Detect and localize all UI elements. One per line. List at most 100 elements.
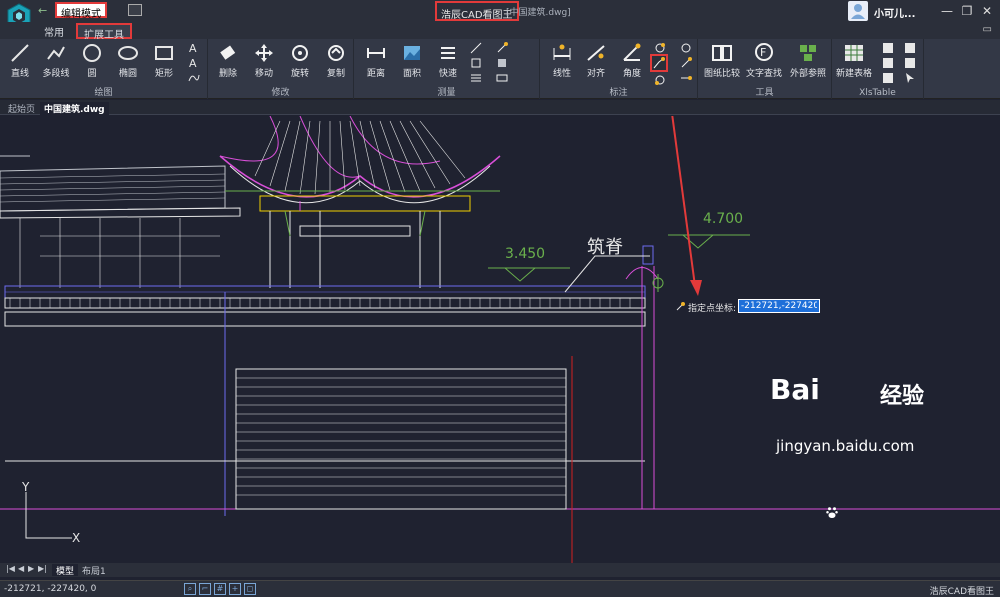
compare-drawings-icon (712, 45, 732, 61)
watermark-brand-cn: 经验 (880, 384, 925, 409)
ribbon-tabs: 常用 扩展工具 ▭ (0, 22, 1000, 41)
eraser-icon (220, 45, 236, 60)
count-icon[interactable] (496, 72, 508, 84)
rotate-label: 旋转 (290, 69, 309, 79)
status-app-name: 浩辰CAD看图王 (929, 587, 994, 597)
rectangle-icon (155, 46, 173, 60)
elevation-label-2: 4.700 (703, 211, 744, 227)
osnap-icon[interactable]: ◻ (244, 583, 256, 595)
distance-button[interactable]: 距离 (356, 42, 396, 79)
user-icon (851, 4, 865, 19)
tab-common[interactable]: 常用 (38, 23, 70, 39)
radius-dimension-icon[interactable] (654, 42, 666, 54)
ridge-label: 筑脊 (587, 237, 623, 258)
area-button[interactable]: 面积 (392, 42, 432, 79)
compare-drawings-label: 图纸比较 (703, 69, 740, 79)
quick-measure-button[interactable]: 快速 (428, 42, 468, 79)
tab-layout1[interactable]: 布局1 (78, 564, 110, 577)
last-tab-icon[interactable]: ▶| (38, 564, 47, 573)
move-label: 移动 (254, 69, 273, 79)
first-tab-icon[interactable]: |◀ (6, 564, 15, 573)
angle-measure-icon[interactable] (496, 42, 508, 54)
group-draw: 直线 多段线 圆 椭圆 矩形 A A 绘图 (0, 39, 208, 99)
find-text-button[interactable]: F 文字查找 (744, 42, 784, 79)
svg-text:F: F (760, 46, 766, 59)
next-tab-icon[interactable]: ▶ (28, 564, 34, 573)
new-table-button[interactable]: 新建表格 (834, 42, 874, 79)
external-reference-label: 外部参照 (789, 69, 826, 79)
circle-label: 圆 (87, 69, 97, 79)
minimize-button[interactable]: — (938, 3, 956, 19)
table-import-icon[interactable] (882, 42, 894, 54)
ucs-y-label: Y (22, 480, 30, 494)
ellipse-icon (118, 46, 138, 60)
angle-dimension-button[interactable]: 角度 (612, 42, 652, 79)
ortho-icon[interactable]: + (229, 583, 241, 595)
watermark-site: jingyan.baidu.com (776, 437, 915, 455)
snap-icon[interactable]: ⌐ (199, 583, 211, 595)
compare-drawings-button[interactable]: 图纸比较 (702, 42, 742, 79)
external-reference-button[interactable]: 外部参照 (788, 42, 828, 79)
app-window: ← 编辑模式 浩辰CAD看图王 [中国建筑.dwg] 小可儿... — ❐ ✕ … (0, 0, 1000, 597)
find-text-label: 文字查找 (745, 69, 782, 79)
mode-selector[interactable]: 编辑模式 (55, 2, 107, 20)
circle-button[interactable]: 圆 (72, 42, 112, 79)
document-tabs: 起始页 中国建筑.dwg (0, 100, 1000, 115)
user-name[interactable]: 小可儿... (874, 5, 915, 20)
prev-tab-icon[interactable]: ◀ (18, 564, 24, 573)
table-select-icon[interactable] (904, 72, 916, 84)
title-bar: ← 编辑模式 浩辰CAD看图王 [中国建筑.dwg] 小可儿... — ❐ ✕ (0, 0, 1000, 31)
move-button[interactable]: 移动 (244, 42, 284, 79)
ucs-x-label: X (72, 531, 81, 545)
table-edit-icon[interactable] (882, 72, 894, 84)
radius-icon[interactable] (496, 57, 508, 69)
mode-dropdown-button[interactable] (128, 4, 142, 16)
zoom-icon[interactable]: ⌕ (184, 583, 196, 595)
rolling-door (235, 368, 567, 510)
drawing-canvas[interactable]: 3.450 4.700 筑脊 Y X 指定点坐标: Bai 经验 jingyan… (0, 116, 1000, 563)
coordinate-icon[interactable] (470, 57, 482, 69)
tab-drawing[interactable]: 中国建筑.dwg (40, 102, 109, 115)
back-arrow-icon[interactable]: ← (38, 4, 47, 17)
ellipse-label: 椭圆 (118, 69, 137, 79)
rectangle-button[interactable]: 矩形 (144, 42, 184, 79)
ellipse-button[interactable]: 椭圆 (108, 42, 148, 79)
close-button[interactable]: ✕ (978, 3, 996, 19)
table-icon (845, 45, 863, 61)
group-measure-label: 测量 (437, 88, 456, 98)
line-button[interactable]: 直线 (0, 42, 40, 79)
aligned-dimension-button[interactable]: 对齐 (576, 42, 616, 79)
move-icon (255, 44, 273, 62)
arc-length-icon[interactable] (470, 42, 482, 54)
maximize-button[interactable]: ❐ (958, 3, 976, 19)
ribbon-collapse-icon[interactable]: ▭ (983, 24, 992, 35)
table-export-icon[interactable] (882, 57, 894, 69)
diameter-dimension-icon[interactable] (680, 42, 692, 54)
pavilion (219, 116, 501, 288)
delete-button[interactable]: 删除 (208, 42, 248, 79)
tab-model[interactable]: 模型 (52, 564, 79, 577)
group-measure: 距离 面积 快速 测量 (354, 39, 540, 99)
grid-icon[interactable]: # (214, 583, 226, 595)
coordinate-input[interactable] (738, 299, 820, 313)
leader-icon[interactable] (680, 57, 692, 69)
group-xlstable: 新建表格 XlsTable (832, 39, 924, 99)
polyline-length-icon[interactable] (470, 72, 482, 84)
copy-button[interactable]: 复制 (316, 42, 356, 79)
polyline-button[interactable]: 多段线 (36, 42, 76, 79)
user-avatar[interactable] (848, 1, 868, 21)
rotate-button[interactable]: 旋转 (280, 42, 320, 79)
delete-label: 删除 (218, 69, 237, 79)
multiline-text-icon[interactable]: A (188, 57, 200, 69)
coordinate-dimension-icon[interactable] (650, 54, 668, 72)
table-merge-icon[interactable] (904, 42, 916, 54)
table-split-icon[interactable] (904, 57, 916, 69)
text-icon[interactable]: A (188, 42, 200, 54)
spline-icon[interactable] (188, 72, 200, 84)
tab-extended-tools[interactable]: 扩展工具 (76, 23, 132, 41)
tab-start-page[interactable]: 起始页 (4, 102, 39, 115)
baseline-dimension-icon[interactable] (680, 72, 692, 84)
rectangle-label: 矩形 (154, 69, 173, 79)
external-reference-icon (800, 45, 816, 61)
group-modify-label: 修改 (271, 88, 290, 98)
